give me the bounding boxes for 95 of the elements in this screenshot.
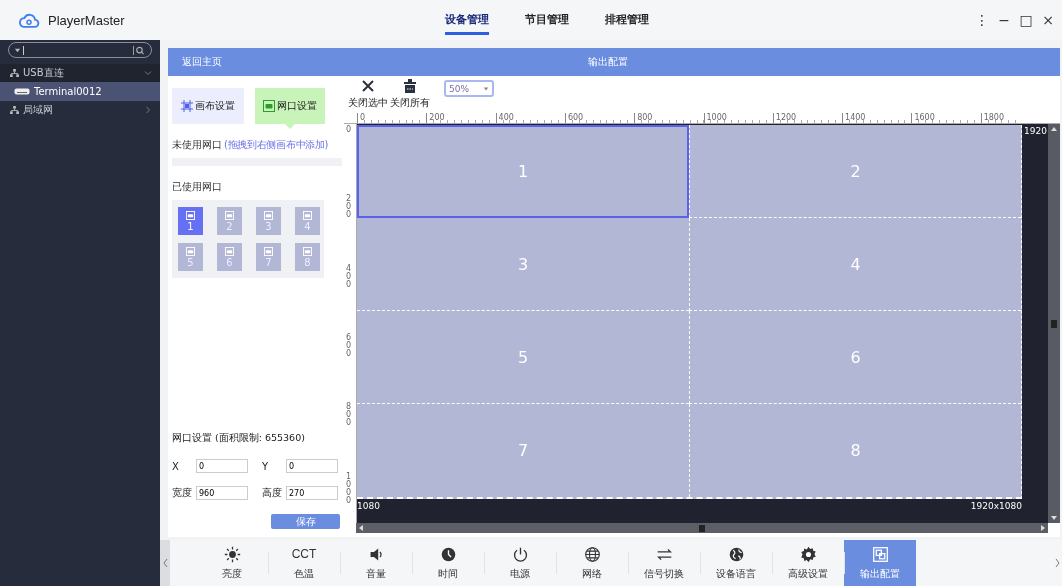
port-icon bbox=[264, 246, 273, 256]
size-label: 1920x1080 bbox=[970, 501, 1022, 511]
window-control[interactable]: × bbox=[1040, 12, 1056, 28]
input-field[interactable]: 270 bbox=[286, 486, 338, 500]
settings-button[interactable]: 信号切换 bbox=[628, 540, 700, 586]
ruler-label: 200 bbox=[426, 113, 445, 123]
sun-icon bbox=[223, 545, 241, 563]
cloud-logo-icon bbox=[18, 11, 40, 29]
settings-button[interactable]: 高级设置 bbox=[772, 540, 844, 586]
ruler-label: 600 bbox=[564, 113, 584, 123]
settings-button[interactable]: CCT 色温 bbox=[268, 540, 340, 586]
settings-button[interactable]: 电源 bbox=[484, 540, 556, 586]
scroll-thumb[interactable] bbox=[699, 524, 705, 532]
mode-button[interactable]: 画布设置 bbox=[172, 88, 244, 124]
scroll-up-icon[interactable] bbox=[1050, 126, 1058, 132]
ruler-label: 1000 bbox=[346, 472, 353, 505]
ruler-label: 1800 bbox=[980, 113, 1005, 123]
device-icon bbox=[14, 88, 30, 95]
drag-hint: (拖拽到右侧画布中添加) bbox=[224, 138, 329, 152]
port-icon bbox=[264, 210, 273, 220]
close-all-button[interactable]: 关闭所有 bbox=[390, 79, 430, 110]
network-icon bbox=[10, 69, 19, 77]
dropdown-caret-icon bbox=[14, 46, 21, 54]
ruler-label: 800 bbox=[346, 403, 353, 428]
port-icon bbox=[186, 210, 195, 220]
tree-item-label: Terminal0012 bbox=[34, 86, 102, 97]
section-label: 未使用网口 bbox=[172, 138, 222, 152]
tree-item[interactable]: USB直连 bbox=[0, 64, 160, 82]
nav-tab[interactable]: 设备管理 bbox=[445, 7, 489, 35]
field-label: 宽度 bbox=[172, 486, 192, 500]
ruler-label: 1400 bbox=[842, 113, 866, 123]
ruler-label: 1600 bbox=[911, 113, 935, 123]
window-control[interactable]: ⋮ bbox=[974, 12, 990, 28]
port-tile[interactable]: 1 bbox=[178, 207, 203, 235]
section-label: 已使用网口 bbox=[172, 180, 222, 194]
field-label: Y bbox=[262, 460, 270, 472]
clock-icon bbox=[439, 545, 457, 563]
chevron-icon bbox=[144, 69, 152, 77]
scroll-right-icon[interactable] bbox=[1040, 524, 1046, 532]
ruler-label: 200 bbox=[346, 195, 353, 220]
field-label: X bbox=[172, 460, 180, 472]
page-title: 输出配置 bbox=[588, 55, 628, 69]
port-icon bbox=[263, 100, 275, 112]
input-field[interactable]: 960 bbox=[196, 486, 248, 500]
port-icon bbox=[225, 246, 234, 256]
window-control[interactable]: □ bbox=[1018, 12, 1034, 28]
port-icon bbox=[303, 210, 312, 220]
app-title: PlayerMaster bbox=[48, 12, 125, 28]
port-icon bbox=[303, 246, 312, 256]
settings-button[interactable]: 时间 bbox=[412, 540, 484, 586]
ruler-label: 400 bbox=[495, 113, 514, 123]
gear-icon bbox=[799, 545, 817, 563]
window-control[interactable]: − bbox=[996, 12, 1012, 28]
network-icon bbox=[10, 106, 19, 114]
close-selected-button[interactable]: 关闭选中 bbox=[348, 79, 388, 110]
settings-button[interactable]: 亮度 bbox=[196, 540, 268, 586]
caret-icon bbox=[483, 85, 489, 92]
scroll-down-icon[interactable] bbox=[1050, 515, 1058, 521]
power-icon bbox=[511, 545, 529, 563]
input-field[interactable]: 0 bbox=[196, 459, 248, 473]
port-icon bbox=[186, 246, 195, 256]
width-label: 1920 bbox=[1024, 126, 1047, 136]
crop-icon bbox=[181, 100, 193, 112]
nav-tab[interactable]: 排程管理 bbox=[605, 7, 649, 35]
settings-button[interactable]: 音量 bbox=[340, 540, 412, 586]
zoom-select[interactable]: 50% bbox=[444, 80, 494, 97]
scroll-thumb[interactable] bbox=[1051, 319, 1057, 328]
tree-item-label: USB直连 bbox=[23, 66, 64, 80]
tree-item-label: 局域网 bbox=[23, 103, 53, 117]
ruler-label: 0 bbox=[357, 113, 366, 123]
height-label: 1080 bbox=[357, 501, 380, 511]
ruler-label: 1000 bbox=[703, 113, 727, 123]
vertical-scrollbar[interactable] bbox=[1048, 124, 1060, 523]
nav-tab[interactable]: 节目管理 bbox=[525, 7, 569, 35]
tree-item[interactable]: Terminal0012 bbox=[0, 82, 160, 101]
scroll-left-icon[interactable] bbox=[358, 524, 364, 532]
earth-icon bbox=[727, 545, 745, 563]
ruler-label: 400 bbox=[346, 264, 353, 289]
chevron-icon bbox=[144, 106, 152, 114]
output-icon bbox=[871, 545, 889, 563]
close-icon bbox=[361, 79, 375, 93]
horizontal-scrollbar[interactable] bbox=[356, 523, 1048, 533]
globe-icon bbox=[583, 545, 601, 563]
ruler-label: 800 bbox=[634, 113, 653, 123]
search-icon[interactable] bbox=[132, 44, 146, 56]
ruler-label: 1200 bbox=[772, 113, 797, 123]
field-label: 高度 bbox=[262, 486, 282, 500]
settings-button[interactable]: 网络 bbox=[556, 540, 628, 586]
brush-icon bbox=[403, 79, 417, 93]
ruler-label: 0 bbox=[346, 126, 353, 134]
port-settings-title: 网口设置 (面积限制: 655360) bbox=[172, 432, 306, 445]
input-field[interactable]: 0 bbox=[286, 459, 338, 473]
settings-button[interactable]: 设备语言 bbox=[700, 540, 772, 586]
ruler-label: 600 bbox=[346, 333, 353, 358]
port-icon bbox=[225, 210, 234, 220]
